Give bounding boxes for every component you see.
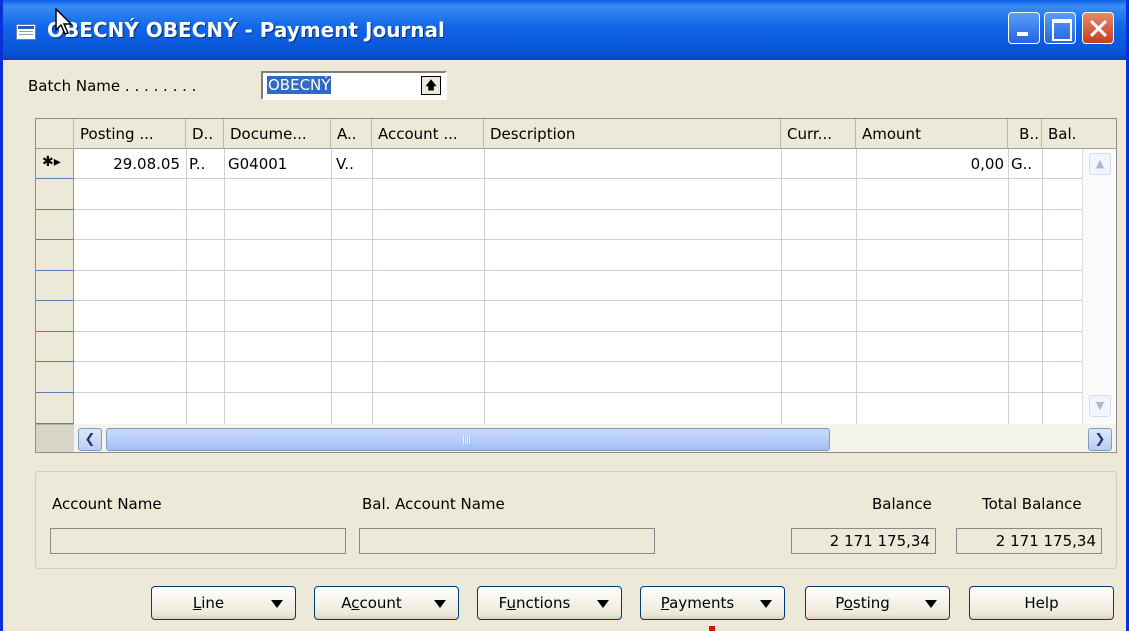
table-row[interactable] <box>74 301 1082 332</box>
column-posting-date[interactable]: Posting ... <box>74 119 186 149</box>
row-selector[interactable] <box>36 393 74 424</box>
dropdown-arrow-icon <box>925 600 937 608</box>
window-title: OBECNÝ OBECNÝ - Payment Journal <box>47 18 445 42</box>
column-divider <box>224 149 225 424</box>
close-button[interactable] <box>1082 12 1114 44</box>
column-divider <box>1042 149 1043 424</box>
horizontal-scroll-thumb[interactable] <box>106 428 830 451</box>
payments-menu-button[interactable]: Payments <box>640 586 785 620</box>
posting-menu-button[interactable]: Posting <box>805 586 950 620</box>
line-menu-button[interactable]: Line <box>151 586 296 620</box>
bal-account-name-label: Bal. Account Name <box>362 495 505 513</box>
total-balance-field: 2 171 175,34 <box>956 528 1102 554</box>
grid-header: Posting ... D.. Docume... A.. Account ..… <box>36 119 1116 149</box>
account-name-field <box>50 528 346 554</box>
batch-name-field[interactable]: OBECNÝ 🡅 <box>261 71 447 100</box>
column-document-type[interactable]: D.. <box>186 119 224 149</box>
scroll-down-icon[interactable]: ▼ <box>1089 395 1111 417</box>
scroll-left-icon[interactable]: ❮ <box>78 428 102 451</box>
account-menu-button[interactable]: Account <box>314 586 459 620</box>
info-panel: Account Name Bal. Account Name Balance T… <box>35 471 1117 569</box>
form-icon[interactable] <box>16 24 36 40</box>
payment-journal-window: OBECNÝ OBECNÝ - Payment Journal Batch Na… <box>0 0 1129 631</box>
dropdown-arrow-icon <box>434 600 446 608</box>
column-description[interactable]: Description <box>484 119 781 149</box>
column-divider <box>484 149 485 424</box>
row-selector[interactable] <box>36 332 74 362</box>
table-row[interactable] <box>74 362 1082 393</box>
table-row[interactable] <box>74 332 1082 362</box>
column-document-no[interactable]: Docume... <box>224 119 331 149</box>
cell-posting-date[interactable]: 29.08.05 <box>74 150 180 179</box>
journal-lines-grid[interactable]: Posting ... D.. Docume... A.. Account ..… <box>35 118 1117 453</box>
cell-bal-account-type[interactable]: G.. <box>1011 150 1032 179</box>
cell-account-type[interactable]: V.. <box>336 150 354 179</box>
row-selector[interactable] <box>36 271 74 301</box>
column-bal-account-no[interactable]: Bal. <box>1042 119 1116 149</box>
column-divider <box>372 149 373 424</box>
dropdown-arrow-icon <box>597 600 609 608</box>
cell-amount[interactable]: 0,00 <box>856 150 1004 179</box>
column-currency[interactable]: Curr... <box>781 119 856 149</box>
table-row[interactable] <box>74 271 1082 301</box>
batch-name-value: OBECNÝ <box>267 76 332 94</box>
batch-name-label: Batch Name . . . . . . . . <box>28 77 197 95</box>
minimize-button[interactable] <box>1008 12 1040 44</box>
cell-document-type[interactable]: P.. <box>189 150 205 179</box>
functions-menu-button[interactable]: Functions <box>477 586 622 620</box>
column-divider <box>186 149 187 424</box>
row-selector[interactable] <box>36 301 74 332</box>
horizontal-scrollbar[interactable]: ❮ ❯ <box>74 424 1116 452</box>
grid-corner <box>36 424 74 452</box>
maximize-button[interactable] <box>1044 12 1076 44</box>
red-marker <box>709 626 715 631</box>
vertical-scrollbar[interactable]: ▲ ▼ <box>1082 149 1116 424</box>
row-selector[interactable]: ✱▸ <box>36 149 74 179</box>
header-selector <box>36 119 74 149</box>
dropdown-arrow-icon <box>760 600 772 608</box>
new-row-marker-icon: ✱▸ <box>42 154 61 170</box>
row-selector[interactable] <box>36 362 74 393</box>
column-amount[interactable]: Amount <box>856 119 1008 149</box>
column-divider <box>1008 149 1009 424</box>
table-row[interactable] <box>74 179 1082 210</box>
row-selector[interactable] <box>36 210 74 240</box>
title-bar[interactable]: OBECNÝ OBECNÝ - Payment Journal <box>3 0 1126 60</box>
bal-account-name-field <box>359 528 655 554</box>
table-row[interactable] <box>74 240 1082 271</box>
help-button[interactable]: Help <box>969 586 1114 620</box>
scroll-right-icon[interactable]: ❯ <box>1088 428 1112 451</box>
cell-document-no[interactable]: G04001 <box>228 150 287 179</box>
account-name-label: Account Name <box>52 495 162 513</box>
column-divider <box>331 149 332 424</box>
column-bal-account-type[interactable]: B.. <box>1008 119 1042 149</box>
scroll-up-icon[interactable]: ▲ <box>1089 153 1111 175</box>
total-balance-label: Total Balance <box>982 495 1082 513</box>
dropdown-arrow-icon <box>271 600 283 608</box>
lookup-arrow-icon[interactable]: 🡅 <box>421 76 441 95</box>
row-selector[interactable] <box>36 240 74 271</box>
table-row[interactable] <box>74 210 1082 240</box>
balance-field: 2 171 175,34 <box>791 528 936 554</box>
mouse-pointer-icon <box>55 8 73 35</box>
balance-label: Balance <box>872 495 932 513</box>
column-account-type[interactable]: A.. <box>331 119 372 149</box>
column-account-no[interactable]: Account ... <box>372 119 484 149</box>
column-divider <box>856 149 857 424</box>
row-selector[interactable] <box>36 179 74 210</box>
column-divider <box>781 149 782 424</box>
